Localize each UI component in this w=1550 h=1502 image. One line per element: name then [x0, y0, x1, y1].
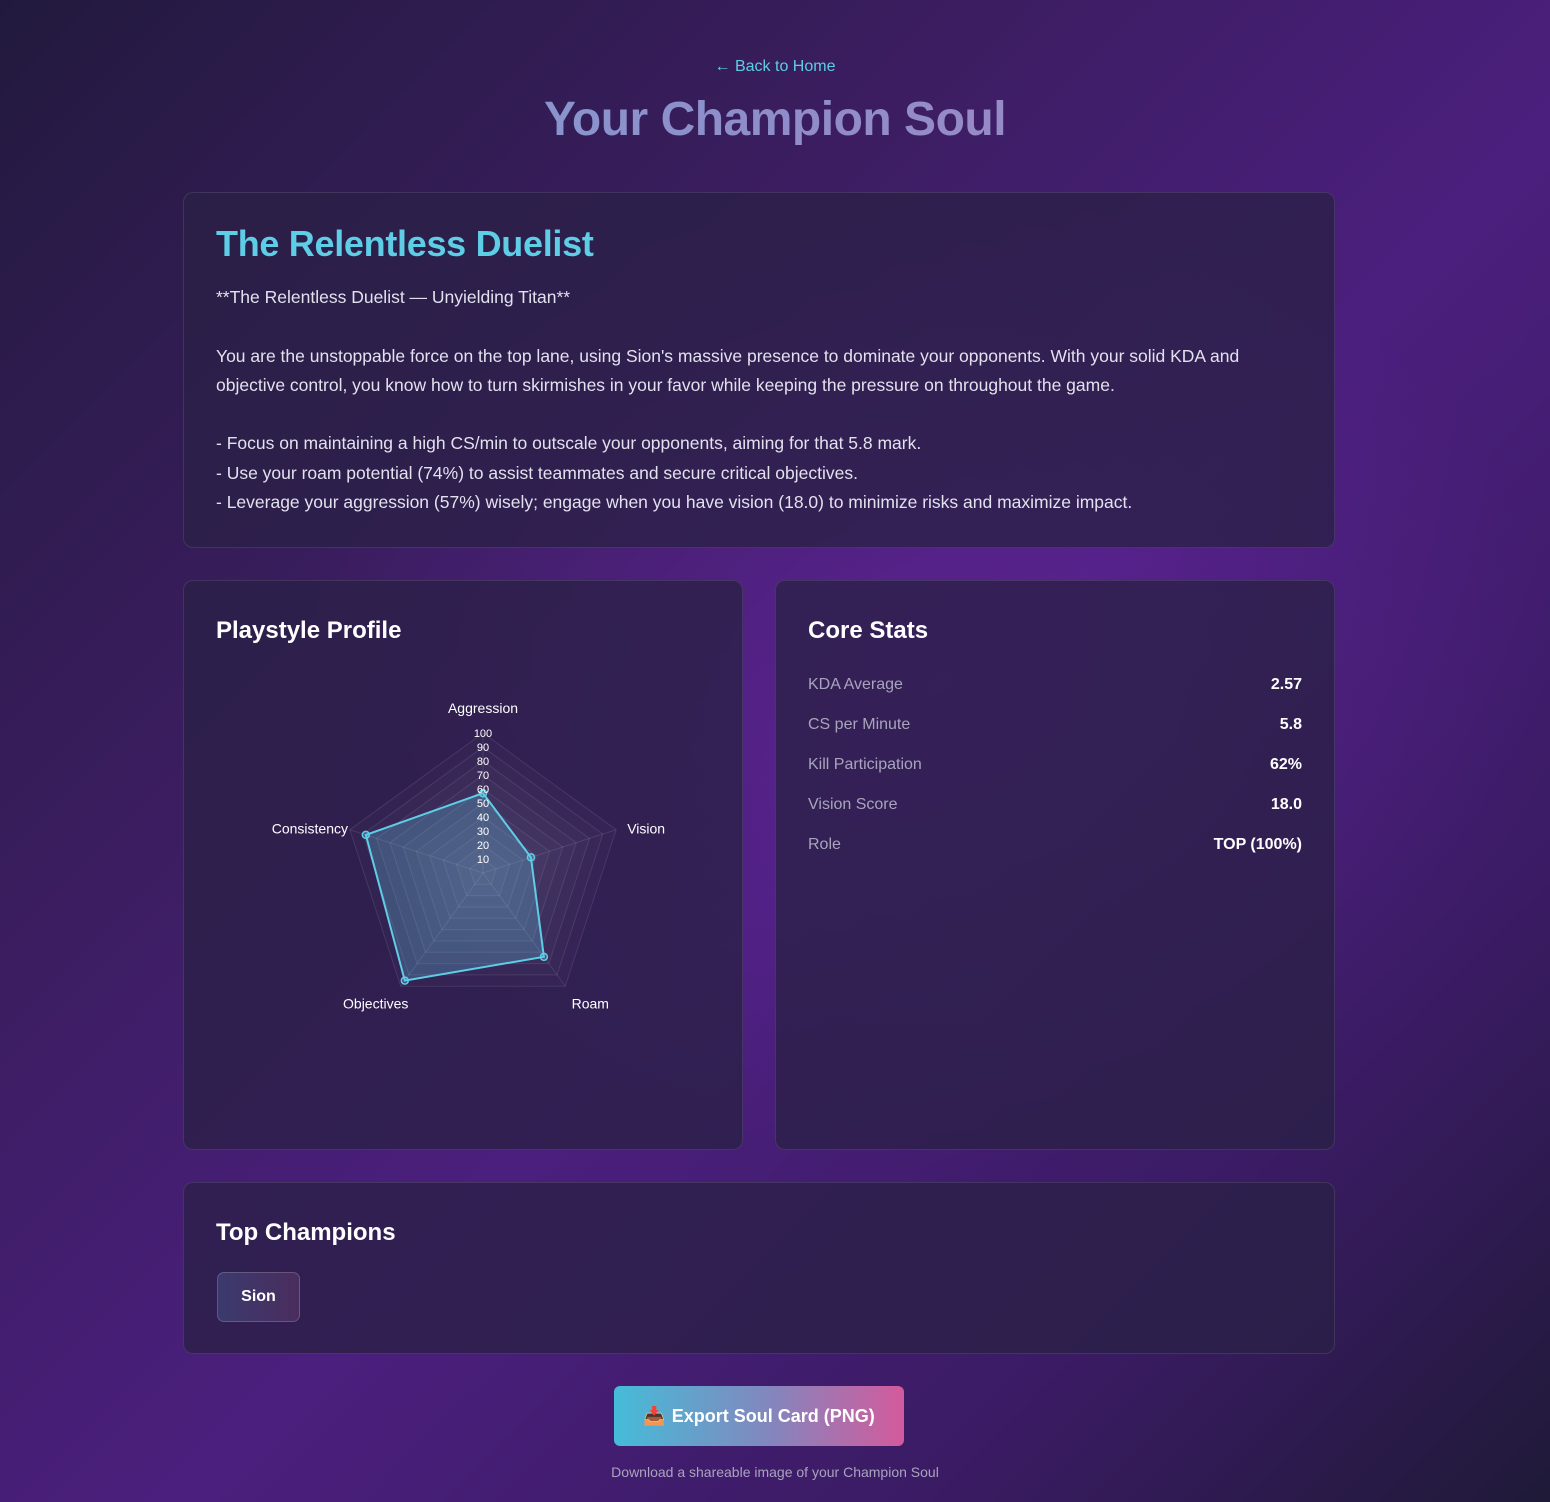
radar-data-point: [361, 830, 371, 840]
radar-tick-label: 40: [477, 812, 489, 824]
radar-axis-label: Roam: [572, 995, 609, 1011]
back-link-label: ← Back to Home: [714, 58, 836, 75]
stat-row-vision: Vision Score 18.0: [808, 785, 1302, 825]
stat-row-kill-participation: Kill Participation 62%: [808, 745, 1302, 785]
top-champions-heading: Top Champions: [216, 1219, 396, 1246]
core-stats-heading: Core Stats: [808, 617, 929, 644]
radar-data-point: [526, 853, 536, 862]
top-champions-card: Top Champions Sion: [183, 1182, 1335, 1354]
back-to-home-link[interactable]: ← Back to Home: [0, 58, 1550, 76]
radar-data-point: [400, 976, 410, 985]
stat-label: Role: [808, 836, 841, 853]
radar-tick-label: 90: [477, 742, 489, 754]
stat-label: Kill Participation: [808, 756, 922, 773]
stat-label: KDA Average: [808, 676, 903, 693]
stat-label: CS per Minute: [808, 716, 911, 733]
export-caption: Download a shareable image of your Champ…: [611, 1464, 939, 1480]
stat-row-kda: KDA Average 2.57: [808, 665, 1302, 705]
radar-axis-label: Consistency: [272, 821, 348, 837]
stat-row-role: Role TOP (100%): [808, 825, 1302, 865]
radar-tick-label: 80: [477, 756, 489, 768]
stat-value: 2.57: [1270, 676, 1302, 693]
radar-axis-label: Vision: [627, 821, 665, 837]
playstyle-radar-chart: 10 20 30 40 50 60 70 80 90 100 Aggression Vision Roa…: [272, 700, 665, 1011]
radar-tick-label: 50: [477, 798, 489, 810]
soul-description: **The Relentless Duelist — Unyielding Ti…: [216, 287, 1240, 513]
champion-chip-sion[interactable]: Sion: [217, 1272, 300, 1322]
stat-label: Vision Score: [808, 796, 898, 813]
core-stats-card: Core Stats KDA Average 2.57 CS per Minut…: [775, 580, 1335, 1150]
download-icon: 📥: [643, 1405, 666, 1426]
radar-axis-label: Objectives: [343, 995, 408, 1011]
stat-value: 18.0: [1270, 796, 1302, 813]
stat-value: 5.8: [1279, 716, 1302, 733]
page-title: Your Champion Soul: [0, 92, 1550, 147]
radar-tick-label: 20: [477, 840, 489, 852]
radar-tick-label: 10: [477, 854, 489, 866]
core-stats-list: KDA Average 2.57 CS per Minute 5.8 Kill …: [808, 665, 1302, 865]
radar-tick-label: 30: [477, 826, 489, 838]
export-button-label: Export Soul Card (PNG): [671, 1405, 875, 1426]
radar-axis-label: Aggression: [448, 700, 518, 716]
radar-tick-label: 70: [477, 770, 489, 782]
playstyle-profile-card: Playstyle Profile 10 20 30 40 50 60 70 80 90 100 A…: [183, 580, 743, 1150]
soul-summary-card: The Relentless Duelist **The Relentless …: [183, 192, 1335, 548]
stat-row-cs: CS per Minute 5.8: [808, 705, 1302, 745]
export-soul-card-button[interactable]: 📥 Export Soul Card (PNG): [614, 1386, 904, 1446]
soul-title: The Relentless Duelist: [216, 223, 594, 264]
radar-data-point: [539, 952, 549, 962]
radar-tick-label: 60: [477, 784, 489, 796]
stat-value: TOP (100%): [1213, 836, 1302, 853]
stat-value: 62%: [1269, 756, 1302, 773]
radar-tick-label: 100: [474, 728, 492, 740]
